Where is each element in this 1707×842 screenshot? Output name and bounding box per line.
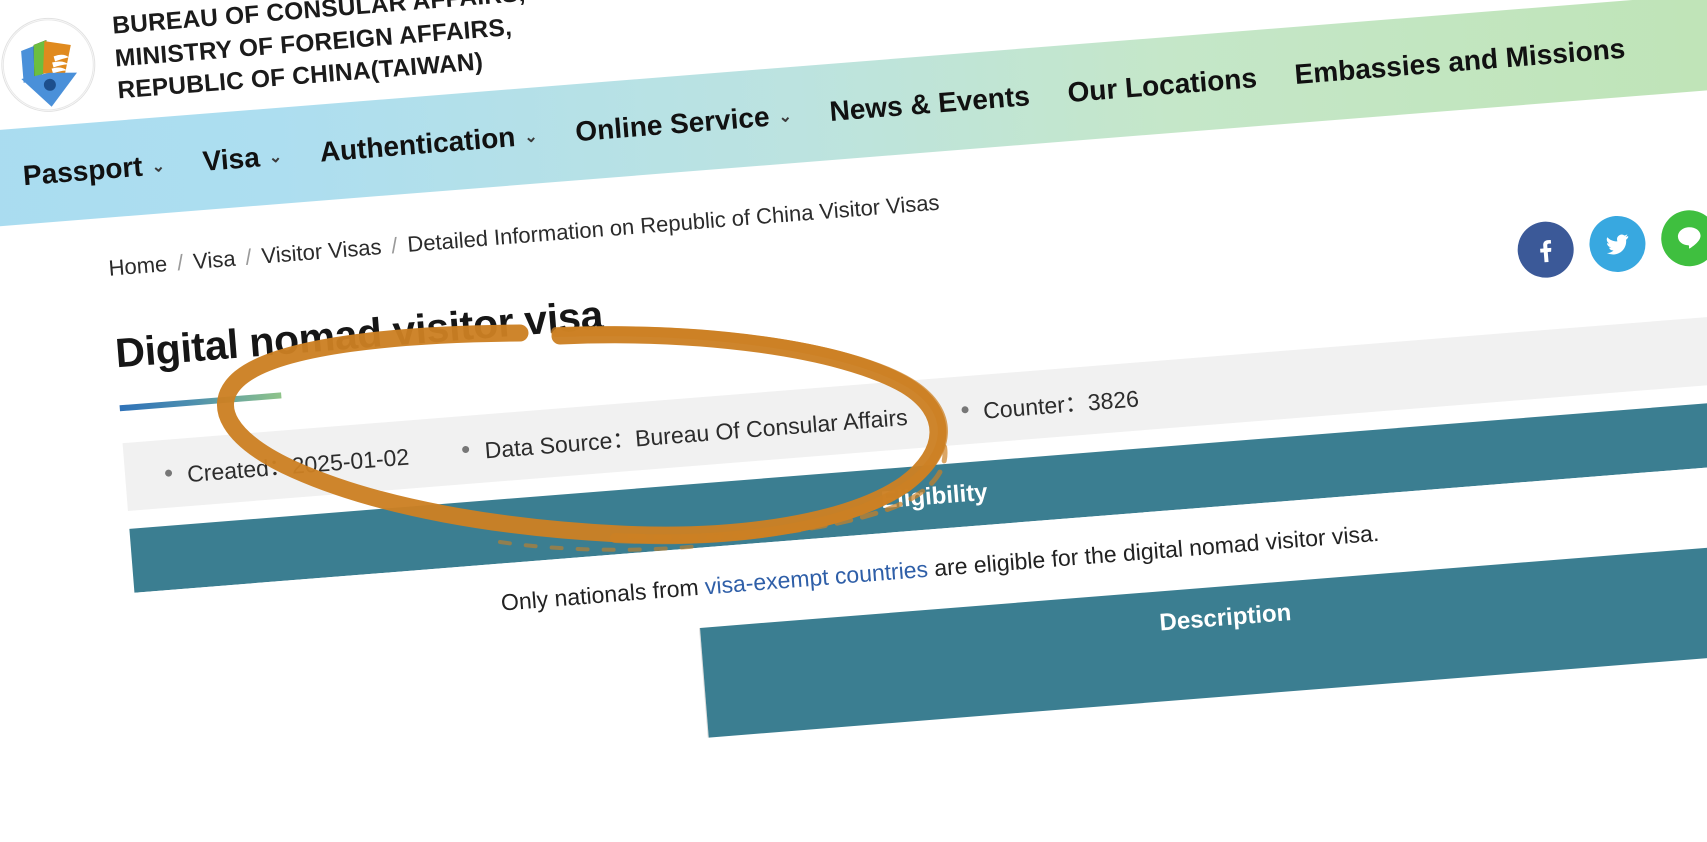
nav-item-embassies-missions-label: Embassies and Missions (1293, 32, 1627, 90)
nav-item-news-events[interactable]: News & Events (828, 80, 1031, 128)
consular-affairs-emblem-icon (0, 14, 99, 116)
metadata-counter: Counter：3826 (960, 379, 1140, 427)
nav-item-embassies-missions[interactable]: Embassies and Missions (1293, 33, 1626, 91)
nav-item-our-locations[interactable]: Our Locations (1066, 62, 1258, 109)
twitter-share-button[interactable] (1587, 213, 1648, 275)
nav-item-online-service[interactable]: Online Service ⌄ (574, 99, 793, 148)
visa-exempt-countries-link[interactable]: visa-exempt countries (704, 556, 929, 600)
browser-page: BUREAU OF CONSULAR AFFAIRS, MINISTRY OF … (0, 0, 1707, 842)
breadcrumb-separator: / (176, 249, 185, 276)
breadcrumb-item-visa[interactable]: Visa (192, 246, 236, 275)
breadcrumb-item-detailed-information: Detailed Information on Republic of Chin… (406, 189, 941, 257)
twitter-icon (1606, 234, 1629, 255)
nav-item-passport[interactable]: Passport ⌄ (22, 149, 166, 192)
chevron-down-icon: ⌄ (523, 128, 539, 147)
eligibility-text-after-link: are eligible for the digital nomad visit… (926, 519, 1381, 582)
breadcrumb-item-visitor-visas[interactable]: Visitor Visas (260, 234, 382, 269)
nav-item-authentication[interactable]: Authentication ⌄ (319, 119, 539, 168)
facebook-icon (1540, 239, 1552, 263)
page-sheet: BUREAU OF CONSULAR AFFAIRS, MINISTRY OF … (0, 0, 1707, 842)
metadata-data-source: Data Source：Bureau Of Consular Affairs (461, 398, 909, 467)
chevron-down-icon: ⌄ (777, 108, 793, 127)
nav-item-authentication-label: Authentication (318, 121, 517, 168)
chevron-down-icon: ⌄ (150, 157, 166, 176)
nav-item-our-locations-label: Our Locations (1066, 62, 1258, 109)
facebook-share-button[interactable] (1515, 219, 1576, 280)
eligibility-text-before-link: Only nationals from (499, 573, 706, 616)
line-icon (1677, 227, 1701, 249)
breadcrumb-separator: / (244, 244, 253, 270)
nav-item-visa[interactable]: Visa ⌄ (201, 140, 283, 178)
page-title: Digital nomad visitor visa (113, 292, 605, 377)
nav-item-passport-label: Passport (21, 150, 144, 192)
line-share-button[interactable] (1659, 208, 1707, 269)
breadcrumb-item-home[interactable]: Home (108, 251, 169, 282)
breadcrumb-separator: / (390, 232, 399, 259)
nav-item-news-events-label: News & Events (828, 80, 1031, 127)
page-title-block: Digital nomad visitor visa (111, 265, 607, 412)
chevron-down-icon: ⌄ (268, 148, 283, 167)
title-underline-rule (119, 392, 282, 412)
nav-item-visa-label: Visa (201, 141, 261, 177)
metadata-created: Created：2025-01-02 (164, 438, 410, 491)
social-share-row (1515, 208, 1707, 280)
nav-item-online-service-label: Online Service (574, 100, 771, 148)
